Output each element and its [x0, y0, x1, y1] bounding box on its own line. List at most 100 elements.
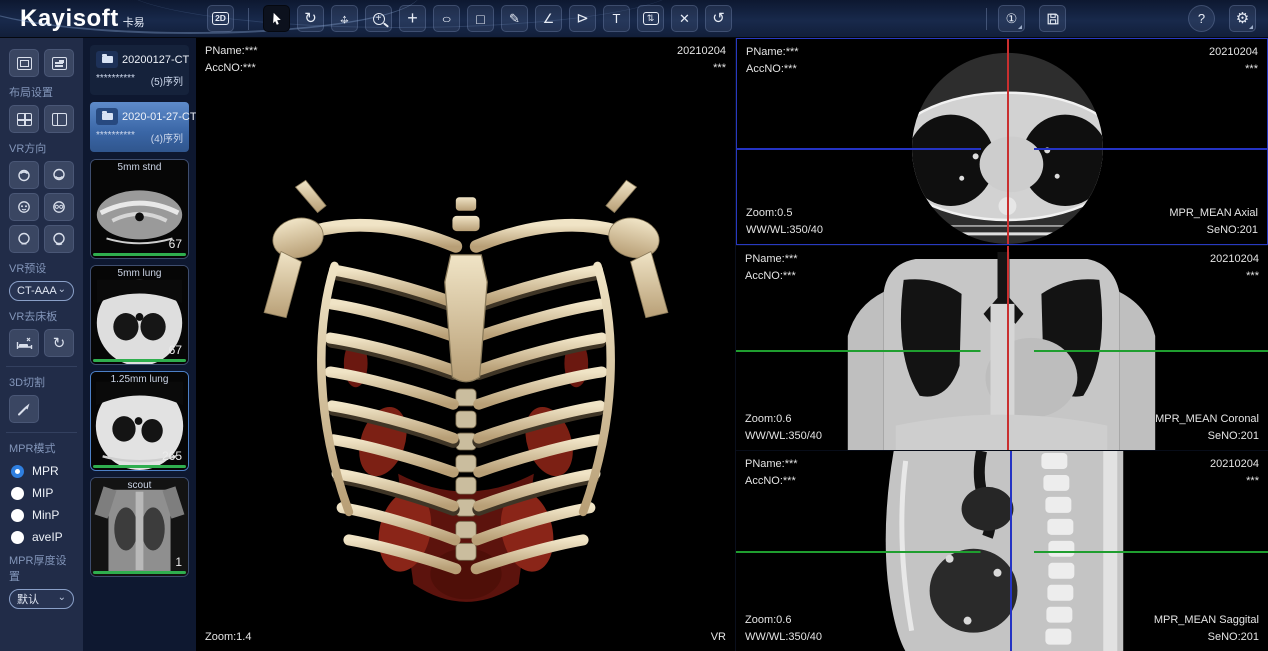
series-thumbnail-1-25mm-lung[interactable]: 1.25mm lung 265: [90, 371, 189, 471]
axial-crosshair-horizontal[interactable]: [737, 148, 1267, 150]
coronal-zoom-readout: Zoom:0.6WW/WL:350/40: [745, 411, 822, 445]
study-patient: **********: [96, 130, 135, 145]
vr-type-label: VR: [711, 629, 726, 646]
sagittal-patient-info: PName:***AccNO:***: [745, 456, 798, 490]
delete-annotation-button[interactable]: ✕: [671, 5, 698, 32]
mpr-mode-option-mip[interactable]: MIP: [11, 486, 72, 500]
layout-report-button[interactable]: [44, 49, 74, 77]
save-button[interactable]: [1039, 5, 1066, 32]
axial-zoom-readout: Zoom:0.5WW/WL:350/40: [746, 205, 823, 239]
coronal-crosshair-horizontal[interactable]: [736, 350, 1268, 352]
info-button[interactable]: ①: [998, 5, 1025, 32]
radio-icon: [11, 487, 24, 500]
top-toolbar: Kayisoft 卡易 2D ↻ ↔↕ + + ○ □ ✎ ∠ ⊳ T ⇅ ✕ …: [0, 0, 1268, 38]
crosshair-button[interactable]: +: [399, 5, 426, 32]
divider: [6, 366, 77, 367]
coronal-study-date: 20210204***: [1210, 251, 1259, 285]
series-thumbnail-5mm-stnd[interactable]: 5mm stnd 67: [90, 159, 189, 259]
window-level-icon: ⇅: [643, 12, 659, 25]
series-panel: 20200127-CT ********** (5)序列 2020-01-27-…: [83, 38, 196, 651]
mpr-axial-viewport[interactable]: PName:***AccNO:*** 20210204*** Zoom:0.5W…: [736, 38, 1268, 245]
left-column-layout-icon: [52, 113, 67, 126]
thumbnail-progress-bar: [93, 465, 186, 468]
restore-bed-button[interactable]: ↻: [44, 329, 74, 357]
single-layout-icon: [17, 57, 32, 70]
arrow-annotate-button[interactable]: ⊳: [569, 5, 596, 32]
vr-viewport[interactable]: PName:***AccNO:*** 20210204*** Zoom:1.4 …: [196, 38, 735, 651]
vr-view-anterior-button[interactable]: [9, 193, 39, 221]
settings-button[interactable]: ⚙: [1229, 5, 1256, 32]
study-series-count: (5)序列: [151, 73, 183, 88]
coronal-patient-info: PName:***AccNO:***: [745, 251, 798, 285]
thumbnail-image-count: 265: [162, 449, 182, 463]
series-thumbnail-scout[interactable]: scout 1: [90, 477, 189, 577]
study-item-1[interactable]: 20200127-CT ********** (5)序列: [90, 45, 189, 95]
crosshair-icon: +: [407, 9, 418, 27]
measure-button[interactable]: ✎: [501, 5, 528, 32]
text-annotate-button[interactable]: T: [603, 5, 630, 32]
mpr-mode-option-minp[interactable]: MinP: [11, 508, 72, 522]
question-icon: ?: [1198, 12, 1205, 25]
scalpel-icon: [16, 401, 32, 417]
vr-view-inferior-button[interactable]: [44, 161, 74, 189]
folder-open-icon: [96, 108, 118, 125]
arrow-icon: ⊳: [576, 11, 589, 26]
head-top-icon: [16, 167, 32, 183]
report-layout-icon: [52, 57, 67, 70]
layout-single-button[interactable]: [9, 49, 39, 77]
axial-crosshair-vertical[interactable]: [1007, 39, 1009, 244]
reset-icon: ↺: [712, 11, 725, 26]
mpr-sagittal-viewport[interactable]: PName:***AccNO:*** 20210204*** Zoom:0.6W…: [736, 450, 1268, 651]
thumbnail-label: 1.25mm lung: [91, 374, 188, 385]
vr-view-right-button[interactable]: [44, 225, 74, 253]
thumbnail-label: scout: [91, 480, 188, 491]
folder-closed-icon: [96, 51, 118, 68]
vr-view-left-button[interactable]: [9, 225, 39, 253]
scout-thumbnail-image: [91, 478, 188, 576]
cursor-button[interactable]: [263, 5, 290, 32]
vr-view-superior-button[interactable]: [9, 161, 39, 189]
axial-series-label: MPR_MEAN AxialSeNO:201: [1169, 205, 1258, 239]
face-eyes-icon: [51, 199, 67, 215]
pencil-icon: ✎: [509, 12, 520, 25]
vr-preset-select[interactable]: CT-AAA ⌄: [9, 281, 74, 301]
mpr-coronal-viewport[interactable]: PName:***AccNO:*** 20210204*** Zoom:0.6W…: [736, 245, 1268, 450]
layout-2d-button[interactable]: 2D: [207, 5, 234, 32]
layout-left-column-button[interactable]: [44, 105, 74, 133]
vr-study-date: 20210204***: [677, 43, 726, 77]
study-item-2[interactable]: 2020-01-27-CT ********** (4)序列: [90, 102, 189, 152]
thumbnail-label: 5mm stnd: [91, 162, 188, 173]
thumbnail-progress-bar: [93, 571, 186, 574]
rotate-3d-button[interactable]: ↻: [297, 5, 324, 32]
mpr-mode-option-aveip[interactable]: aveIP: [11, 530, 72, 544]
scalpel-cut-button[interactable]: [9, 395, 39, 423]
vr-view-posterior-button[interactable]: [44, 193, 74, 221]
study-title: 2020-01-27-CT: [122, 111, 196, 123]
window-level-button[interactable]: ⇅: [637, 5, 664, 32]
rectangle-roi-button[interactable]: □: [467, 5, 494, 32]
2d-layout-icon: 2D: [212, 12, 229, 25]
remove-bed-button[interactable]: [9, 329, 39, 357]
zoom-tool-button[interactable]: +: [365, 5, 392, 32]
info-icon: ①: [1006, 12, 1018, 25]
mpr-thickness-value: 默认: [17, 591, 39, 607]
layout-grid-button[interactable]: [9, 105, 39, 133]
sagittal-study-date: 20210204***: [1210, 456, 1259, 490]
help-button[interactable]: ?: [1188, 5, 1215, 32]
series-thumbnail-5mm-lung[interactable]: 5mm lung 67: [90, 265, 189, 365]
reset-button[interactable]: ↺: [705, 5, 732, 32]
radio-icon: [11, 509, 24, 522]
angle-button[interactable]: ∠: [535, 5, 562, 32]
ellipse-roi-button[interactable]: ○: [433, 5, 460, 32]
coronal-series-label: MPR_MEAN CoronalSeNO:201: [1155, 411, 1259, 445]
cut-3d-label: 3D切割: [9, 374, 74, 390]
radio-icon: [11, 531, 24, 544]
coronal-crosshair-vertical[interactable]: [1007, 246, 1009, 450]
pan-button[interactable]: ↔↕: [331, 5, 358, 32]
thumbnail-image-count: 67: [169, 237, 182, 251]
mpr-mode-option-mpr[interactable]: MPR: [11, 464, 72, 478]
mpr-thickness-select[interactable]: 默认 ⌄: [9, 589, 74, 609]
radio-selected-icon: [11, 465, 24, 478]
sagittal-crosshair-horizontal[interactable]: [736, 551, 1268, 553]
brand-name: Kayisoft: [20, 5, 119, 33]
